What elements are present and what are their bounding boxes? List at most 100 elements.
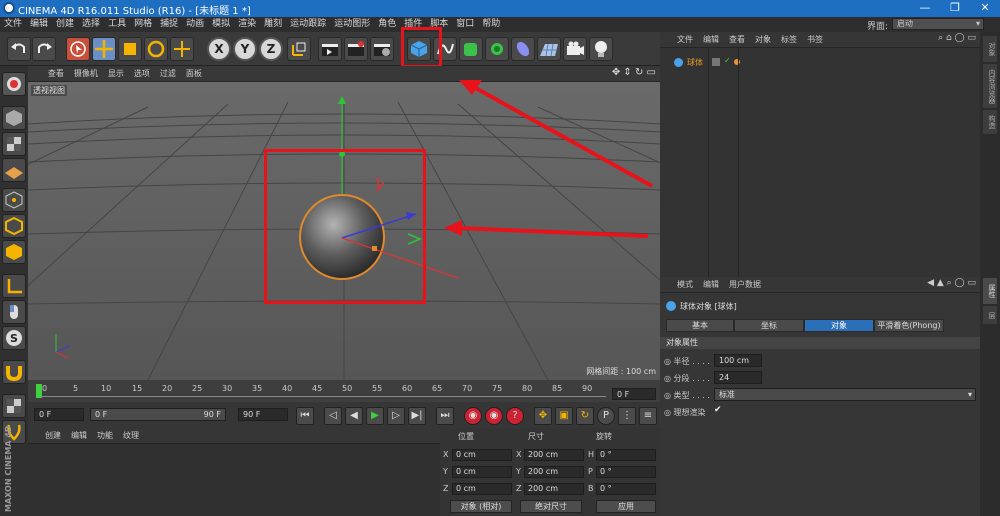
workplane-lock-button[interactable] (2, 394, 26, 418)
move-tool-button[interactable] (92, 37, 116, 61)
menu-snap[interactable]: 捕捉 (156, 17, 182, 32)
size-mode-dropdown[interactable]: 绝对尺寸 (520, 500, 582, 513)
tab-object[interactable]: 对象 (804, 319, 874, 332)
undo-button[interactable] (7, 37, 31, 61)
play-button[interactable]: ▶ (366, 407, 384, 425)
end-frame-field[interactable]: 90 F (238, 408, 288, 421)
pos-z-field[interactable]: 0 cm (452, 483, 512, 495)
transform-tool-button[interactable] (170, 37, 194, 61)
tag-icon[interactable] (734, 59, 740, 65)
side-tab-attributes[interactable]: 属性 (983, 278, 997, 304)
menu-create[interactable]: 创建 (52, 17, 78, 32)
rot-p-field[interactable]: 0 ° (596, 466, 656, 478)
floor-button[interactable] (537, 37, 561, 61)
side-tab-objects[interactable]: 对象 (983, 36, 997, 62)
deformer-button[interactable] (511, 37, 535, 61)
layout-dropdown[interactable]: 启动 ▾ (892, 18, 984, 30)
rotate-tool-button[interactable] (144, 37, 168, 61)
polygons-mode-button[interactable] (2, 240, 26, 264)
scale-key-button[interactable]: ▣ (555, 407, 573, 425)
snap-button[interactable]: S (2, 326, 26, 350)
next-frame-button[interactable]: ▷ (387, 407, 405, 425)
menu-help[interactable]: 帮助 (478, 17, 504, 32)
tab-coordinates[interactable]: 坐标 (734, 319, 804, 332)
segments-field[interactable]: 24 (714, 371, 762, 384)
axis-mode-button[interactable] (2, 274, 26, 298)
minimize-button[interactable]: — (910, 0, 940, 17)
workplane-mode-button[interactable] (2, 158, 26, 182)
viewport-menu-camera[interactable]: 摄像机 (69, 66, 103, 82)
texture-mode-button[interactable] (2, 132, 26, 156)
timeline-ruler[interactable]: 0 5 10 15 20 25 30 35 40 45 50 55 60 65 … (28, 380, 660, 402)
type-dropdown[interactable]: 标准 ▾ (714, 388, 976, 401)
obj-menu-edit[interactable]: 编辑 (698, 32, 724, 48)
camera-button[interactable] (563, 37, 587, 61)
obj-menu-object[interactable]: 对象 (750, 32, 776, 48)
viewport-menu-view[interactable]: 查看 (43, 66, 69, 82)
viewport-navigation-icons[interactable]: ✥ ⇕ ↻ ▭ (612, 67, 656, 78)
viewport-menu-panel[interactable]: 面板 (181, 66, 207, 82)
size-z-field[interactable]: 200 cm (524, 483, 584, 495)
pos-y-field[interactable]: 0 cm (452, 466, 512, 478)
live-select-button[interactable] (66, 37, 90, 61)
material-menu-function[interactable]: 功能 (92, 428, 118, 444)
tweak-mode-button[interactable] (2, 300, 26, 324)
menu-animate[interactable]: 动画 (182, 17, 208, 32)
viewport-menu-options[interactable]: 选项 (129, 66, 155, 82)
tab-phong[interactable]: 平滑着色(Phong) (874, 319, 944, 332)
rot-b-field[interactable]: 0 ° (596, 483, 656, 495)
search-icon[interactable]: ⌕ ⌂ ◯ ▭ (938, 33, 976, 43)
material-menu-edit[interactable]: 编辑 (66, 428, 92, 444)
current-frame-field[interactable]: 0 F (612, 388, 656, 400)
obj-menu-bookmarks[interactable]: 书签 (802, 32, 828, 48)
obj-menu-file[interactable]: 文件 (672, 32, 698, 48)
z-axis-lock-button[interactable]: Z (259, 37, 283, 61)
size-x-field[interactable]: 200 cm (524, 449, 584, 461)
attr-menu-edit[interactable]: 编辑 (698, 277, 724, 293)
menu-tools[interactable]: 工具 (104, 17, 130, 32)
render-view-button[interactable] (318, 37, 342, 61)
render-perfect-checkbox[interactable]: ✔ (714, 405, 722, 415)
render-settings-button[interactable] (370, 37, 394, 61)
viewport-menu-display[interactable]: 显示 (103, 66, 129, 82)
auto-keying-button[interactable]: ◉ (485, 407, 503, 425)
timeline-button[interactable]: ≡ (639, 407, 657, 425)
attr-menu-mode[interactable]: 模式 (672, 277, 698, 293)
redo-button[interactable] (32, 37, 56, 61)
previous-frame-button[interactable]: ◀ (345, 407, 363, 425)
restore-button[interactable]: ❐ (940, 0, 970, 17)
start-frame-field[interactable]: 0 F (34, 408, 84, 421)
next-key-button[interactable]: ▶| (408, 407, 426, 425)
radius-field[interactable]: 100 cm (714, 354, 762, 367)
frame-range-slider[interactable]: 0 F 90 F (90, 408, 226, 421)
point-level-key-button[interactable]: ⋮ (618, 407, 636, 425)
make-editable-button[interactable] (2, 72, 26, 96)
menu-render[interactable]: 渲染 (234, 17, 260, 32)
perspective-viewport[interactable]: 透视视图 网格间距 : 100 cm (28, 82, 660, 380)
enabled-check-icon[interactable]: ✓ (724, 56, 731, 65)
menu-window[interactable]: 窗口 (452, 17, 478, 32)
material-menu-texture[interactable]: 纹理 (118, 428, 144, 444)
points-mode-button[interactable] (2, 188, 26, 212)
rot-h-field[interactable]: 0 ° (596, 449, 656, 461)
menu-mesh[interactable]: 网格 (130, 17, 156, 32)
rotation-key-button[interactable]: ↻ (576, 407, 594, 425)
x-axis-lock-button[interactable]: X (207, 37, 231, 61)
coord-mode-dropdown[interactable]: 对象 (相对) (450, 500, 512, 513)
menu-character[interactable]: 角色 (374, 17, 400, 32)
model-mode-button[interactable] (2, 106, 26, 130)
close-button[interactable]: ✕ (970, 0, 1000, 17)
size-y-field[interactable]: 200 cm (524, 466, 584, 478)
render-picture-viewer-button[interactable] (344, 37, 368, 61)
array-button[interactable] (485, 37, 509, 61)
previous-key-button[interactable]: ◁ (324, 407, 342, 425)
obj-menu-view[interactable]: 查看 (724, 32, 750, 48)
parameter-key-button[interactable]: P (597, 407, 615, 425)
tab-basic[interactable]: 基本 (666, 319, 734, 332)
menu-mograph[interactable]: 运动图形 (330, 17, 374, 32)
viewport-menu-filter[interactable]: 过滤 (155, 66, 181, 82)
scale-tool-button[interactable] (118, 37, 142, 61)
menu-simulate[interactable]: 模拟 (208, 17, 234, 32)
keyframe-selection-button[interactable]: ? (506, 407, 524, 425)
nav-arrows-icon[interactable]: ◀ ▲ ⌕ ◯ ▭ (927, 278, 976, 288)
